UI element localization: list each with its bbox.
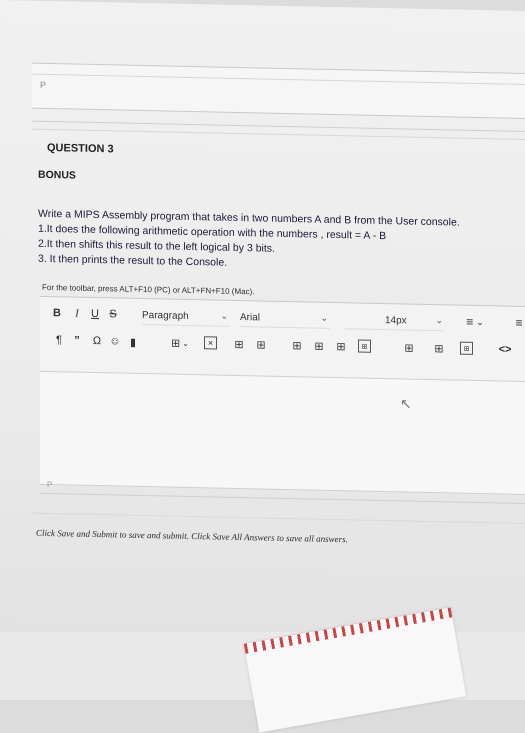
- omega-icon[interactable]: Ω: [90, 334, 104, 348]
- col-after-icon[interactable]: ⊞: [402, 340, 416, 354]
- paragraph-format-value: Paragraph: [142, 309, 189, 322]
- footer-divider: [32, 512, 525, 524]
- mouse-cursor-icon: ↖: [400, 395, 412, 412]
- row-delete-icon[interactable]: ⊞: [334, 339, 348, 353]
- bookmark-icon[interactable]: ▮: [126, 335, 140, 349]
- row-before-icon[interactable]: ⊞: [290, 338, 304, 352]
- question-category: BONUS: [38, 168, 76, 182]
- strikethrough-button[interactable]: S: [106, 305, 120, 323]
- emoji-icon[interactable]: ☺: [108, 334, 122, 348]
- paragraph-format-select[interactable]: Paragraph ⌄: [142, 305, 230, 327]
- numbered-list-button[interactable]: ≡: [510, 314, 525, 332]
- italic-button[interactable]: I: [70, 304, 84, 322]
- merge-cell-icon[interactable]: ⊞: [460, 341, 473, 355]
- list-icon: ≡: [466, 314, 474, 329]
- font-size-select[interactable]: 14px ⌄: [345, 310, 445, 332]
- table-delete-icon[interactable]: ⊞: [254, 337, 268, 351]
- chevron-down-icon: ⌄: [476, 316, 484, 327]
- pilcrow-icon[interactable]: ¶: [52, 333, 66, 347]
- editor-status-divider: [40, 492, 525, 504]
- font-family-value: Arial: [240, 311, 261, 323]
- clear-format-icon[interactable]: ✕: [204, 336, 217, 350]
- previous-paragraph-marker: P: [40, 79, 47, 90]
- previous-answer-editor[interactable]: P: [32, 62, 525, 119]
- col-before-icon[interactable]: ⊞: [358, 339, 371, 353]
- table-icon[interactable]: ⊞ ⌄: [168, 336, 192, 351]
- question-line-3: 2.It then shifts this result to the left…: [38, 237, 275, 255]
- editor-paragraph-marker: P: [47, 479, 53, 490]
- question-line-4: 3. It then prints the result to the Cons…: [38, 252, 228, 269]
- table-props-icon[interactable]: ⊞: [232, 337, 246, 351]
- save-instructions: Click Save and Submit to save and submit…: [36, 527, 348, 545]
- code-view-icon[interactable]: <>: [498, 342, 512, 356]
- previous-editor-divider: [32, 73, 525, 85]
- font-size-value: 14px: [385, 314, 407, 327]
- col-delete-icon[interactable]: ⊞: [432, 341, 446, 355]
- row-after-icon[interactable]: ⊞: [312, 339, 326, 353]
- question-title: QUESTION 3: [47, 141, 114, 156]
- editor-toolbar: B I U S Paragraph ⌄ Arial ⌄ 14px ⌄ ≡ ⌄ ≡: [40, 295, 525, 382]
- chevron-down-icon: ⌄: [435, 315, 443, 326]
- quote-icon[interactable]: ”: [70, 333, 84, 347]
- numbered-list-icon: ≡: [515, 315, 523, 330]
- bullet-list-button[interactable]: ≡ ⌄: [460, 313, 490, 332]
- browser-screen: P QUESTION 3 BONUS Write a MIPS Assembly…: [0, 0, 525, 651]
- underline-button[interactable]: U: [88, 305, 102, 323]
- bold-button[interactable]: B: [50, 304, 64, 322]
- answer-editor[interactable]: ↖ P: [40, 370, 525, 495]
- chevron-down-icon: ⌄: [320, 312, 328, 323]
- chevron-down-icon: ⌄: [220, 310, 228, 321]
- font-family-select[interactable]: Arial ⌄: [240, 308, 330, 329]
